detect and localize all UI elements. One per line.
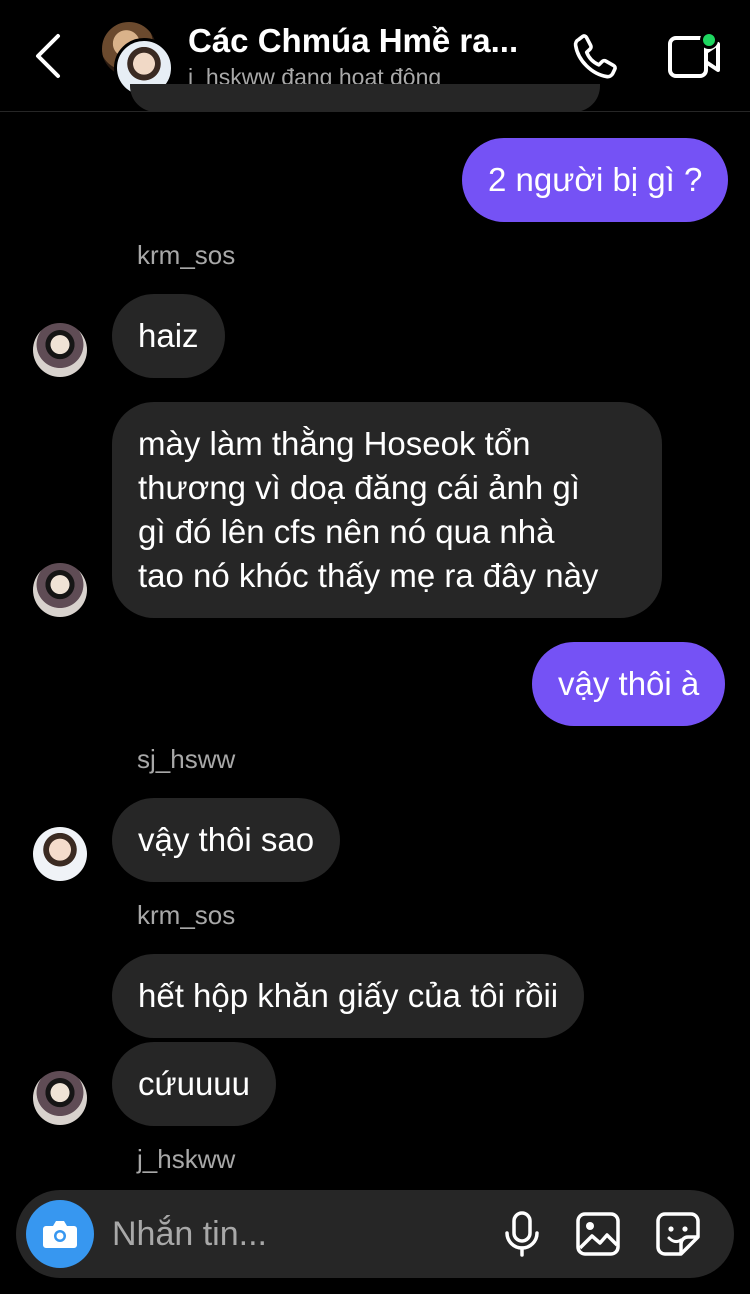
chevron-left-icon [36,34,60,78]
their-message[interactable]: mày làm thằng Hoseok tổn thương vì doạ đ… [112,402,662,618]
online-indicator [700,31,718,49]
voice-message-button[interactable] [500,1210,544,1258]
camera-icon [43,1221,77,1248]
message-input[interactable] [112,1210,472,1258]
message-line: gì đó lên cfs nên nó qua nhà [138,513,555,550]
sender-name: j_hskww [137,1144,236,1174]
avatar[interactable] [33,827,87,881]
chat-title[interactable]: Các Chmúa Hmề ra... [188,22,538,60]
their-message[interactable]: cứuuuu [112,1042,277,1126]
message-line: mày làm thằng Hoseok tổn [138,425,531,462]
my-message[interactable]: 2 người bị gì ? [462,138,729,222]
sender-name: krm_sos [137,240,236,270]
voice-call-button[interactable] [568,30,622,84]
camera-button[interactable] [26,1200,94,1268]
avatar[interactable] [33,1071,87,1125]
avatar[interactable] [33,323,87,377]
my-message[interactable]: vậy thôi à [532,642,726,726]
sender-name: krm_sos [137,900,236,930]
their-message[interactable]: haiz [112,294,225,378]
message-line: tao nó khóc thấy mẹ ra đây này [138,557,599,594]
message-composer [16,1190,734,1278]
sticker-icon [656,1212,700,1256]
sender-name: sj_hsww [137,744,236,774]
gallery-button[interactable] [574,1210,622,1258]
their-message[interactable]: vậy thôi sao [112,798,341,882]
phone-icon [573,34,617,79]
sticker-button[interactable] [654,1210,702,1258]
avatar[interactable] [33,563,87,617]
back-button[interactable] [28,30,68,82]
microphone-icon [505,1211,539,1257]
previous-message-bubble [130,84,600,112]
gallery-icon [576,1212,620,1256]
their-message[interactable]: hết hộp khăn giấy của tôi rồii [112,954,585,1038]
message-line: thương vì doạ đăng cái ảnh gì [138,469,580,506]
